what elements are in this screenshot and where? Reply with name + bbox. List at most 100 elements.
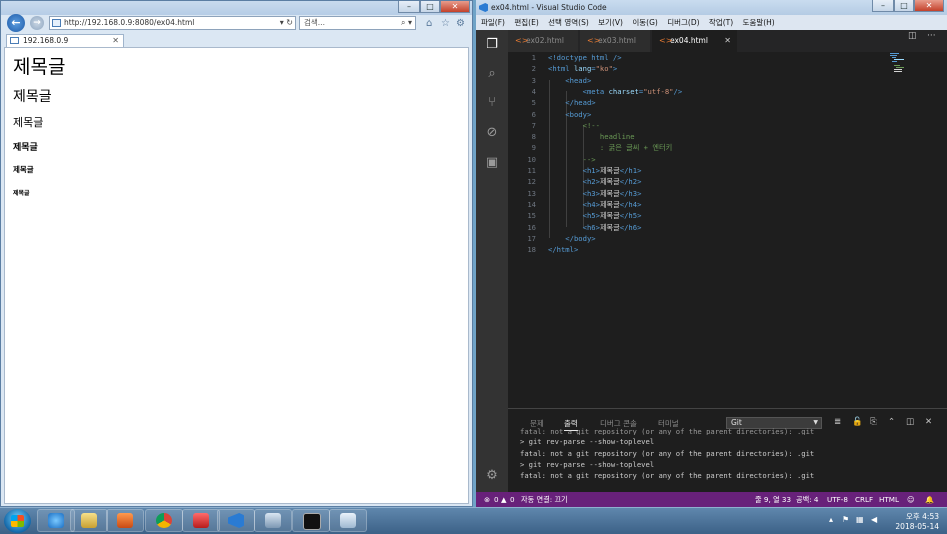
window-icon (340, 513, 356, 528)
encoding[interactable]: UTF-8 (827, 492, 848, 507)
feedback-icon[interactable]: ☺ (907, 492, 915, 507)
html-file-icon: <> (587, 36, 601, 45)
more-actions-icon[interactable]: ··· (927, 31, 936, 41)
gear-icon[interactable]: ⚙ (483, 467, 501, 485)
flag-icon[interactable]: ⚑ (842, 515, 849, 524)
menu-go[interactable]: 이동(G) (632, 18, 657, 27)
open-log-icon[interactable]: ⎘ (870, 417, 877, 427)
error-count[interactable]: 0 (494, 492, 499, 507)
code-line: <h6>제목글</h6> (548, 222, 642, 232)
menu-tasks[interactable]: 작업(T) (709, 18, 733, 27)
menu-file[interactable]: 파일(F) (481, 18, 505, 27)
split-editor-icon[interactable]: ◫ (908, 31, 917, 41)
volume-icon[interactable]: ◀ (871, 515, 877, 524)
favorites-icon[interactable]: ☆ (441, 18, 450, 29)
back-button[interactable]: ← (7, 14, 25, 32)
tray-expand-icon[interactable]: ▴ (829, 515, 833, 524)
language-mode[interactable]: HTML (879, 492, 899, 507)
page-icon (10, 37, 19, 44)
code-line: </body> (548, 233, 596, 243)
home-icon[interactable]: ⌂ (426, 18, 432, 29)
close-tab-icon[interactable]: ✕ (724, 30, 731, 52)
indentation[interactable]: 공백: 4 (796, 492, 819, 507)
heading-h2: 제목글 (13, 89, 52, 105)
lock-scroll-icon[interactable]: 🔓 (852, 417, 863, 427)
menu-selection[interactable]: 선택 영역(S) (548, 18, 589, 27)
bell-icon[interactable]: 🔔 (925, 492, 934, 507)
cursor-position[interactable]: 줄 9, 열 33 (755, 492, 791, 507)
close-button[interactable]: ✕ (440, 1, 470, 13)
code-line: <!-- (548, 120, 600, 130)
warning-count[interactable]: 0 (510, 492, 515, 507)
code-line: <html lang="ko"> (548, 64, 618, 74)
maximize-button[interactable]: □ (894, 0, 914, 12)
output-channel-value: Git (731, 418, 742, 427)
clear-output-icon[interactable]: ≣ (834, 417, 841, 427)
line-ending[interactable]: CRLF (855, 492, 873, 507)
taskbar-chrome[interactable] (145, 509, 183, 532)
search-input[interactable]: 검색... ⌕ ▾ (299, 16, 416, 30)
close-tab-icon[interactable]: ✕ (112, 35, 119, 47)
clock-date[interactable]: 2018-05-14 (895, 522, 939, 531)
search-icon[interactable]: ⌕ ▾ (401, 17, 412, 29)
terminal-icon (303, 513, 321, 530)
address-bar[interactable]: http://192.168.0.9:8080/ex04.html ▾ ↻ (49, 16, 296, 30)
activity-bar: ❐ ⌕ ⑂ ⊘ ▣ ⚙ (476, 30, 508, 492)
menu-help[interactable]: 도움말(H) (743, 18, 775, 27)
debug-icon[interactable]: ⊘ (483, 124, 501, 142)
code-editor[interactable]: 1 2 3 4 5 6 7 8 9 10 11 12 13 14 15 16 1… (508, 52, 947, 408)
forward-button[interactable]: → (30, 16, 44, 30)
output-line: fatal: not a git repository (or any of t… (520, 471, 815, 480)
code-line: --> (548, 154, 596, 164)
tab-ex03[interactable]: <> ex03.html (580, 30, 651, 52)
chrome-icon (156, 513, 172, 528)
editor-tabs: <> ex02.html <> ex03.html <> ex04.html ✕ (508, 30, 947, 52)
tab-label: ex04.html (670, 36, 708, 45)
warning-icon[interactable]: ▲ (501, 492, 507, 507)
close-panel-icon[interactable]: ✕ (925, 417, 932, 427)
menu-view[interactable]: 보기(V) (598, 18, 623, 27)
tab-ex02[interactable]: <> ex02.html (508, 30, 579, 52)
browser-tab[interactable]: 192.168.0.9 ✕ (6, 34, 124, 47)
code-line: <body> (548, 109, 592, 119)
heading-h4: 제목글 (13, 143, 38, 153)
code-line: <h5>제목글</h5> (548, 211, 642, 221)
maximize-button[interactable]: □ (420, 1, 440, 13)
heading-h6: 제목글 (13, 190, 30, 197)
autosave-status[interactable]: 자동 연결: 끄기 (521, 492, 568, 507)
taskbar-media[interactable] (106, 509, 144, 532)
menu-edit[interactable]: 편집(E) (514, 18, 538, 27)
code-line: <head> (548, 75, 592, 85)
close-button[interactable]: ✕ (914, 0, 944, 12)
taskbar-cmd[interactable] (292, 509, 330, 532)
code-line: <h2>제목글</h2> (548, 177, 642, 187)
tab-label: ex02.html (526, 36, 564, 45)
refresh-icon[interactable]: ▾ ↻ (280, 17, 293, 29)
code-line: headline (548, 132, 635, 142)
extensions-icon[interactable]: ▣ (483, 154, 501, 172)
clock-time[interactable]: 오후 4:53 (906, 511, 939, 522)
maximize-panel-icon[interactable]: ◫ (906, 417, 914, 427)
menubar: 파일(F) 편집(E) 선택 영역(S) 보기(V) 이동(G) 디버그(D) … (476, 15, 947, 30)
minimize-button[interactable]: – (872, 0, 894, 12)
taskbar-control[interactable] (254, 509, 292, 532)
chevron-up-icon[interactable]: ⌃ (888, 417, 895, 427)
taskbar-explorer[interactable] (70, 509, 108, 532)
error-icon[interactable]: ⊗ (484, 492, 490, 507)
ie-icon (48, 513, 64, 528)
minimap[interactable] (890, 53, 906, 73)
output-line: > git rev-parse --show-toplevel (520, 437, 655, 446)
taskbar-vscode[interactable] (217, 509, 255, 532)
minimize-button[interactable]: – (398, 1, 420, 13)
start-button[interactable] (4, 509, 31, 533)
search-icon[interactable]: ⌕ (483, 65, 501, 83)
tab-ex04[interactable]: <> ex04.html ✕ (652, 30, 738, 52)
explorer-icon[interactable]: ❐ (483, 36, 501, 54)
network-icon[interactable]: ▦ (856, 515, 864, 524)
code-line: : 굵은 글씨 + 엔터키 (548, 143, 673, 153)
taskbar-app[interactable] (182, 509, 220, 532)
taskbar-window[interactable] (329, 509, 367, 532)
gear-icon[interactable]: ⚙ (456, 18, 465, 29)
menu-debug[interactable]: 디버그(D) (667, 18, 699, 27)
source-control-icon[interactable]: ⑂ (483, 94, 501, 112)
